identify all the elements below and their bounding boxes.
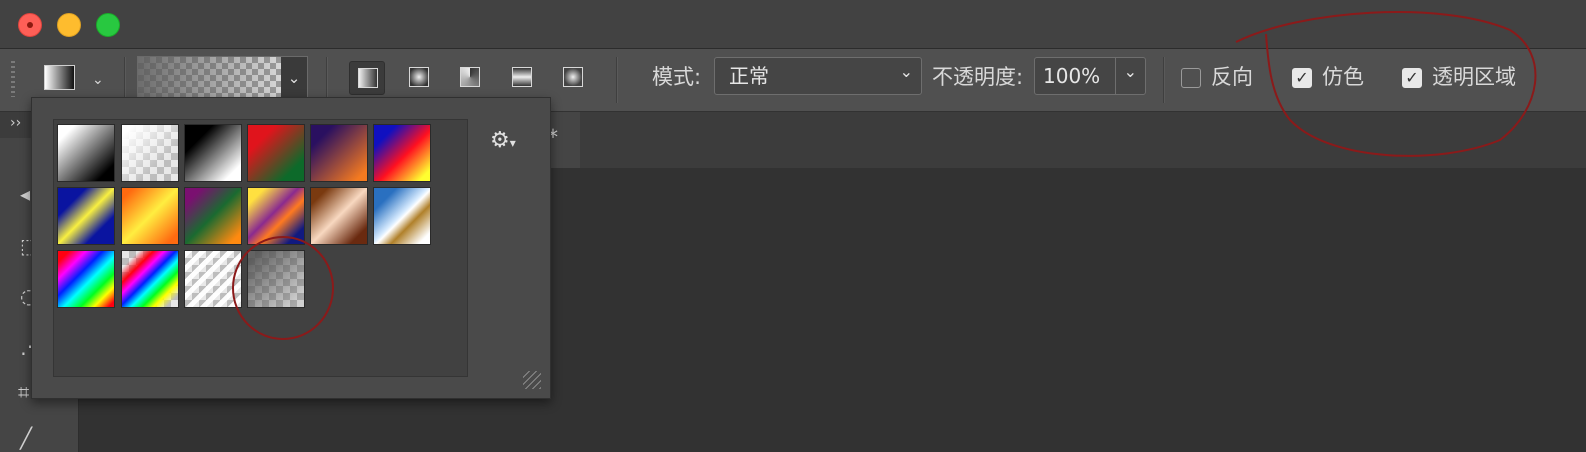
radial-gradient-button[interactable] xyxy=(401,61,437,95)
divider xyxy=(1115,58,1116,94)
opacity-label: 不透明度: xyxy=(932,65,1024,89)
maximize-window-button[interactable] xyxy=(96,13,120,37)
gradient-preset-blue-yellow-blue[interactable] xyxy=(57,187,115,245)
transparency-checkbox[interactable]: ✓ xyxy=(1402,68,1422,88)
eyedropper-tool-icon[interactable]: ╱ xyxy=(20,426,32,450)
gradient-preset-copper[interactable] xyxy=(310,187,368,245)
diamond-gradient-icon xyxy=(563,67,583,87)
options-bar-grip[interactable] xyxy=(11,61,15,97)
window-titlebar xyxy=(0,0,1586,49)
gradient-preset-black-white-reverse[interactable] xyxy=(184,124,242,182)
radial-gradient-icon xyxy=(409,67,429,87)
gradient-preset-black-white[interactable] xyxy=(57,124,115,182)
crop-tool-icon[interactable]: ⌗ xyxy=(18,380,29,404)
close-window-button[interactable] xyxy=(18,13,42,37)
gradient-preset-yellow-violet-orange-blue[interactable] xyxy=(247,187,305,245)
divider xyxy=(1163,57,1165,103)
chevron-down-icon: ⌄ xyxy=(899,62,913,81)
opacity-value: 100% xyxy=(1043,64,1101,88)
gradient-preset-transparent-rainbow[interactable] xyxy=(121,250,179,308)
reverse-label: 反向 xyxy=(1211,65,1253,89)
mode-label: 模式: xyxy=(652,65,702,89)
divider xyxy=(616,57,618,103)
tool-preset-icon[interactable] xyxy=(44,65,75,90)
expand-panels-icon[interactable]: ›› xyxy=(10,115,21,131)
dither-label: 仿色 xyxy=(1322,65,1364,89)
minimize-window-button[interactable] xyxy=(57,13,81,37)
gradient-preset-foreground-transparent[interactable] xyxy=(247,250,305,308)
linear-gradient-icon xyxy=(358,68,378,88)
mode-select[interactable]: 正常 ⌄ xyxy=(714,57,922,95)
gradient-preset-spectrum[interactable] xyxy=(57,250,115,308)
gradient-preset-chrome[interactable] xyxy=(373,187,431,245)
linear-gradient-button[interactable] xyxy=(349,61,385,95)
gear-icon[interactable]: ⚙▾ xyxy=(490,128,516,153)
gradient-preset-violet-green-orange[interactable] xyxy=(184,187,242,245)
reflected-gradient-icon xyxy=(512,67,532,87)
diamond-gradient-button[interactable] xyxy=(555,61,591,95)
gradient-dropdown-button[interactable]: ⌄ xyxy=(281,56,308,100)
dither-checkbox[interactable]: ✓ xyxy=(1292,68,1312,88)
gradient-picker-popup: ⚙▾ xyxy=(31,97,551,399)
angle-gradient-button[interactable] xyxy=(452,61,488,95)
gradient-preset-grid xyxy=(53,119,468,377)
move-tool-icon[interactable]: ◂ xyxy=(20,182,30,206)
opacity-input[interactable]: 100% ⌄ xyxy=(1034,57,1146,95)
reverse-checkbox[interactable] xyxy=(1181,68,1201,88)
transparency-label: 透明区域 xyxy=(1432,65,1516,89)
reflected-gradient-button[interactable] xyxy=(504,61,540,95)
gradient-preset-orange-yellow-orange[interactable] xyxy=(121,187,179,245)
gradient-preset-transparent-stripes[interactable] xyxy=(184,250,242,308)
gradient-preset-violet-orange[interactable] xyxy=(310,124,368,182)
gradient-preset-blue-red-yellow[interactable] xyxy=(373,124,431,182)
gradient-preview-swatch[interactable] xyxy=(137,56,283,100)
tool-preset-chevron-down-icon[interactable]: ⌄ xyxy=(92,73,104,87)
gradient-preset-red-green[interactable] xyxy=(247,124,305,182)
gradient-preset-white-transparent[interactable] xyxy=(121,124,179,182)
opacity-chevron-down-icon[interactable]: ⌄ xyxy=(1124,54,1137,90)
angle-gradient-icon xyxy=(460,67,480,87)
mode-select-value: 正常 xyxy=(729,64,769,88)
resize-handle-icon[interactable] xyxy=(523,371,541,389)
